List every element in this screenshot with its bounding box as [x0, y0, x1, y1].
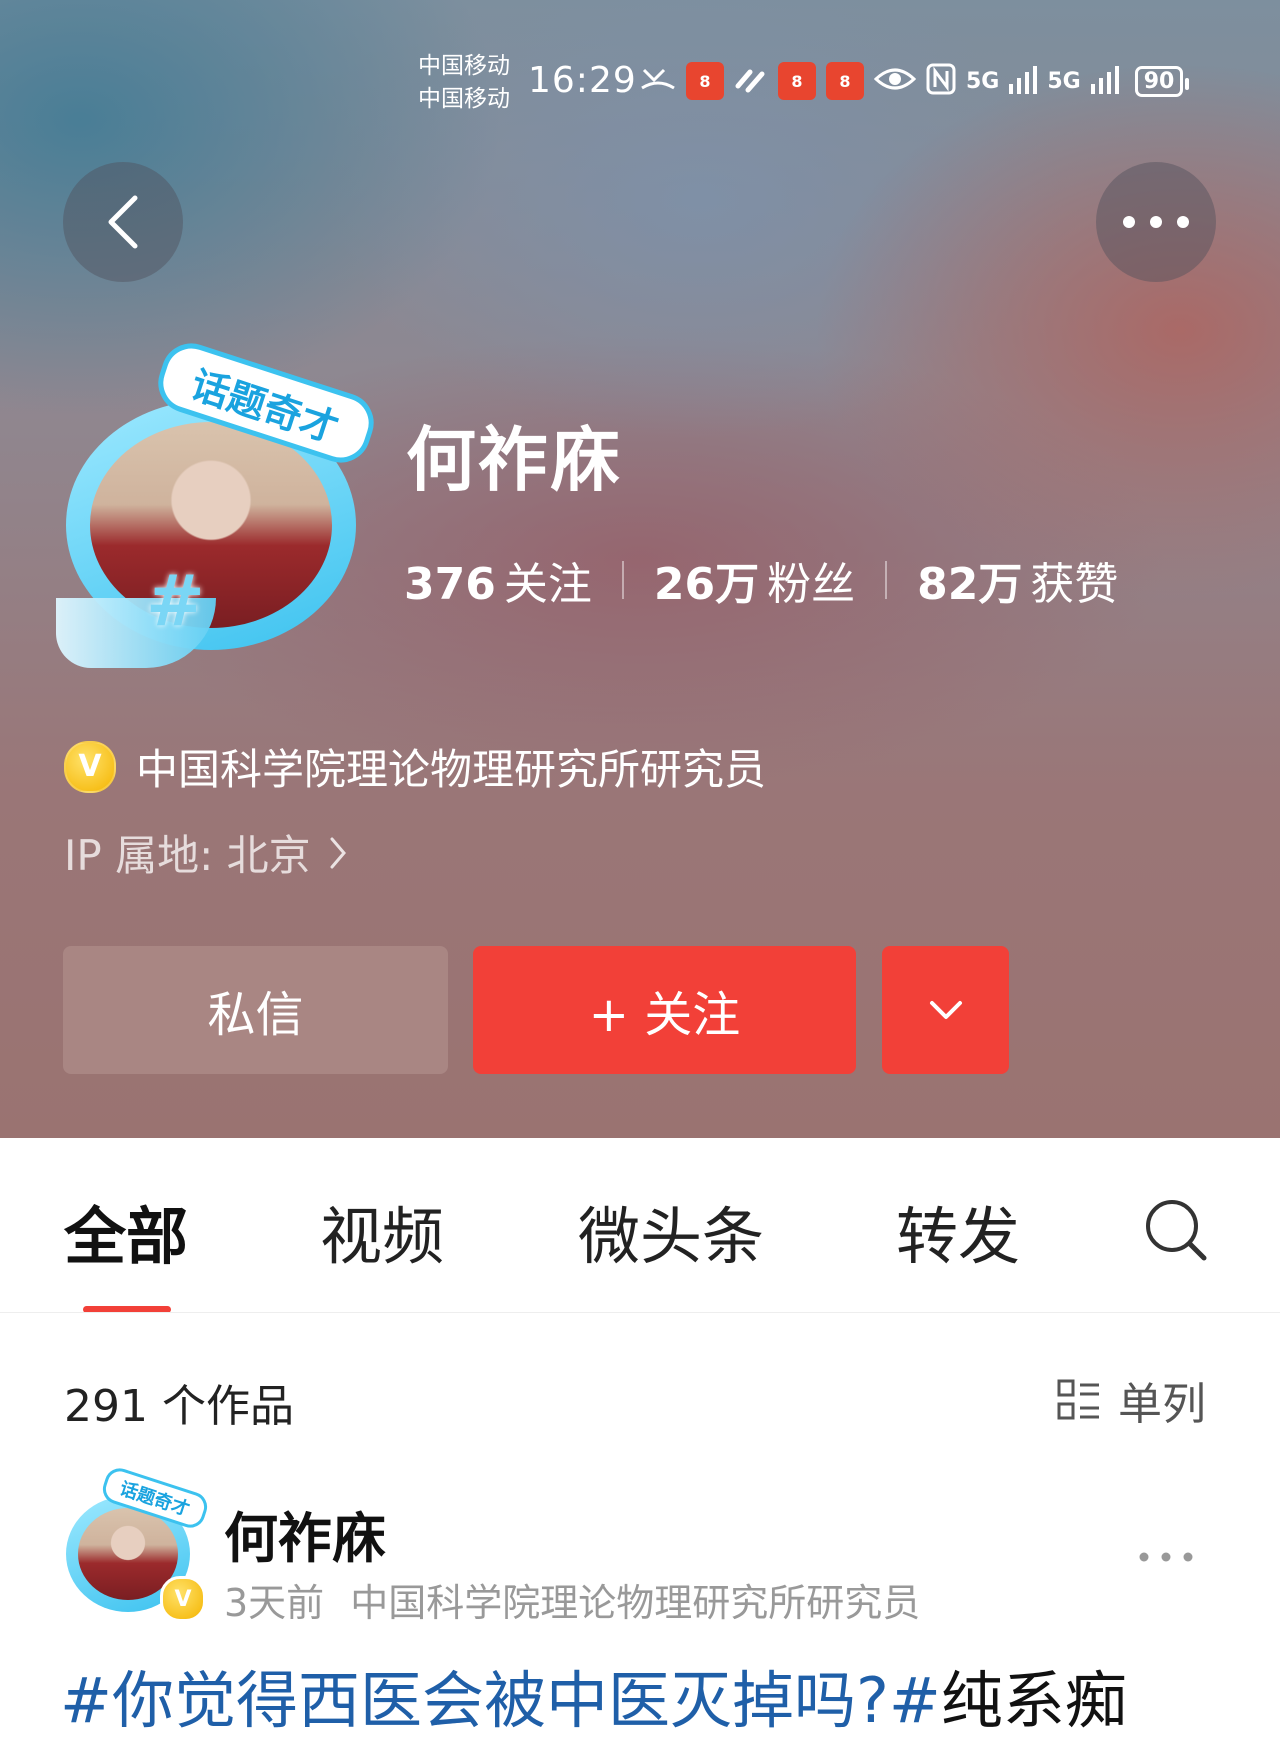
post-topic-link[interactable]: #你觉得西医会被中医灭掉吗?#	[60, 1664, 941, 1737]
signal-label-1: 5G	[966, 68, 1000, 94]
battery-indicator: 90	[1134, 65, 1189, 97]
profile-avatar[interactable]: # 话题奇才	[56, 335, 382, 680]
verified-badge-icon: V	[160, 1576, 206, 1622]
back-button[interactable]	[63, 162, 183, 282]
profile-name: 何祚庥	[406, 419, 622, 501]
status-bar: 中国移动 中国移动 16:29 8 8 8 5G 5G 90	[0, 48, 1280, 118]
video-app-icon-2: 8	[778, 62, 816, 100]
profile-stats: 376 关注 26万 粉丝 82万 获赞	[404, 548, 1118, 612]
post-author-desc: 中国科学院理论物理研究所研究员	[350, 1581, 921, 1625]
more-horizontal-icon	[1123, 216, 1189, 228]
post-text: 纯系痴	[940, 1664, 1127, 1737]
following-label: 关注	[503, 559, 592, 610]
eye-icon	[873, 65, 917, 97]
verification-info: V 中国科学院理论物理研究所研究员	[64, 736, 766, 797]
post-meta: 3天前 中国科学院理论物理研究所研究员	[224, 1572, 920, 1627]
status-icons: 8 8 8 5G 5G 90	[640, 62, 1189, 100]
more-options-button[interactable]	[1096, 162, 1216, 282]
tab-micro-headline[interactable]: 微头条	[578, 1186, 764, 1276]
verification-text: 中国科学院理论物理研究所研究员	[136, 745, 767, 794]
stat-divider	[885, 561, 888, 599]
layout-toggle[interactable]: 单列	[1056, 1368, 1206, 1432]
carrier-2: 中国移动	[418, 86, 510, 112]
search-button[interactable]	[1142, 1196, 1210, 1268]
avatar-hashtag: #	[146, 560, 205, 642]
signal-label-2: 5G	[1047, 68, 1081, 94]
likes-label: 获赞	[1030, 559, 1119, 610]
link-icon	[734, 64, 768, 98]
works-count: 291 个作品	[64, 1381, 294, 1432]
follow-button[interactable]: + 关注	[473, 946, 856, 1074]
chevron-left-icon	[108, 195, 138, 249]
tab-repost[interactable]: 转发	[896, 1186, 1020, 1276]
tab-video[interactable]: 视频	[320, 1186, 444, 1276]
post-author-avatar[interactable]: 话题奇才 V	[62, 1464, 211, 1622]
following-stat[interactable]: 376 关注	[404, 548, 592, 612]
list-layout-icon	[1057, 1379, 1099, 1420]
stat-divider	[621, 561, 624, 599]
following-count: 376	[404, 559, 496, 610]
signal-bars-icon-2	[1090, 64, 1119, 98]
post-time: 3天前	[224, 1581, 325, 1625]
missed-call-icon	[640, 64, 676, 98]
verified-badge-icon: V	[64, 740, 116, 793]
follow-dropdown-button[interactable]	[882, 946, 1009, 1074]
post-author-name[interactable]: 何祚庥	[224, 1494, 386, 1573]
nfc-icon	[926, 63, 956, 99]
signal-bars-icon	[1009, 64, 1038, 98]
likes-stat[interactable]: 82万 获赞	[917, 548, 1118, 612]
video-app-icon: 8	[686, 62, 724, 100]
chevron-down-icon	[929, 1001, 962, 1019]
message-button[interactable]: 私信	[63, 946, 448, 1074]
post-more-button[interactable]	[1138, 1548, 1194, 1567]
post-content[interactable]: #你觉得西医会被中医灭掉吗?#纯系痴	[60, 1650, 1127, 1740]
followers-label: 粉丝	[767, 559, 856, 610]
content-tabs: 全部 视频 微头条 转发	[0, 1186, 1280, 1286]
tab-all[interactable]: 全部	[64, 1186, 188, 1276]
ip-location-link[interactable]: IP 属地: 北京	[64, 822, 347, 883]
followers-stat[interactable]: 26万 粉丝	[654, 548, 855, 612]
more-horizontal-icon	[1139, 1552, 1193, 1562]
search-icon	[1146, 1200, 1207, 1261]
clock: 16:29	[528, 60, 637, 101]
carrier-info: 中国移动 中国移动	[418, 50, 510, 116]
ip-location-text: IP 属地: 北京	[64, 831, 311, 880]
followers-count: 26万	[653, 559, 760, 610]
likes-count: 82万	[917, 559, 1023, 610]
chevron-right-icon	[330, 837, 346, 868]
tabs-divider	[0, 1312, 1280, 1313]
carrier-1: 中国移动	[418, 53, 510, 79]
layout-label: 单列	[1118, 1379, 1206, 1430]
video-app-icon-3: 8	[826, 62, 864, 100]
